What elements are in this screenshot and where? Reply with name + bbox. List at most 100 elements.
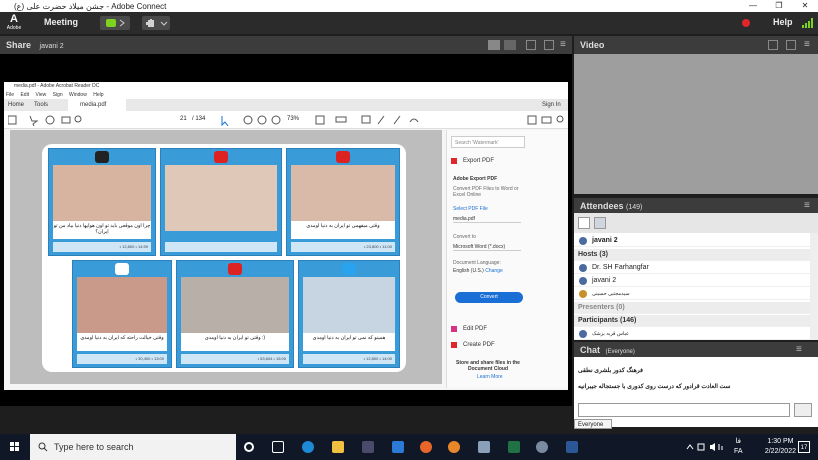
store-icon[interactable] (362, 441, 374, 453)
input-language[interactable]: فا FA (734, 437, 743, 457)
help-menu[interactable]: Help (773, 17, 793, 27)
mail-icon[interactable] (392, 441, 404, 453)
audio-button[interactable] (100, 16, 130, 30)
attendees-list: javani 2 Hosts (3) Dr. SH Farhangfar jav… (574, 213, 818, 340)
windows-start-icon[interactable] (10, 442, 20, 452)
my-status-row[interactable]: javani 2 (574, 235, 810, 247)
baby-photo (77, 277, 167, 337)
select-file-link[interactable]: Select PDF File (453, 206, 488, 212)
acro-menu-window[interactable]: Window (69, 92, 87, 98)
create-pdf-item[interactable]: Create PDF (463, 342, 495, 348)
meme-tile: وقتی تو ایران به دنیا اومدی :) • 53,604 … (176, 260, 294, 368)
acro-menu-edit[interactable]: Edit (20, 92, 29, 98)
annotation-tools-icon[interactable] (314, 114, 424, 126)
page-number-input[interactable]: 21 (180, 116, 187, 122)
chat-scope: (Everyone) (605, 349, 635, 355)
baby-photo (181, 277, 289, 337)
attendee-row[interactable]: Dr. SH Farhangfar (574, 262, 810, 274)
share-tools-icon[interactable] (526, 114, 566, 126)
app-icon[interactable] (448, 441, 460, 453)
attendee-row[interactable]: عباس قربه بزشک (574, 328, 810, 340)
maximize-button[interactable]: ❐ (766, 0, 792, 12)
taskbar-search-box[interactable]: Type here to search (30, 434, 236, 460)
acro-menu-view[interactable]: View (35, 92, 46, 98)
acro-menu-sign[interactable]: Sign (53, 92, 63, 98)
meeting-menu[interactable]: Meeting (44, 17, 78, 27)
tab-tools[interactable]: Tools (34, 102, 48, 108)
export-pdf-item[interactable]: Export PDF (463, 158, 494, 164)
sign-in-link[interactable]: Sign In (542, 102, 561, 108)
pod-menu-icon[interactable]: ≡ (804, 200, 810, 211)
chat-input[interactable] (578, 403, 790, 417)
task-view-icon[interactable] (272, 441, 284, 453)
edge-icon[interactable] (302, 441, 314, 453)
acrobat-toolbar: 21 / 134 73% (4, 111, 568, 129)
popout-icon[interactable] (544, 40, 554, 50)
notification-center-icon[interactable]: 17 (798, 441, 810, 453)
chat-title: Chat (Everyone) (580, 345, 635, 355)
convert-button[interactable]: Convert (455, 292, 523, 303)
host-icon (579, 277, 587, 285)
acro-menu-help[interactable]: Help (93, 92, 103, 98)
excel-icon[interactable] (508, 441, 520, 453)
speaker-icon (106, 19, 125, 27)
learn-more-link[interactable]: Learn More (477, 374, 503, 380)
meme-tile (160, 148, 282, 256)
share-pod-header: Share javani 2 ≡ (0, 36, 572, 54)
window-titlebar: جشن میلاد حضرت علی (ع) - Adobe Connect —… (0, 0, 818, 12)
format-select[interactable]: Microsoft Word (*.docx) (453, 244, 521, 251)
clock-date: 2/22/2022 (764, 448, 796, 455)
window-title: جشن میلاد حضرت علی (ع) - Adobe Connect (14, 1, 167, 11)
acrobat-left-tools (8, 115, 82, 126)
tile-caption: وقتی خیالت راحته که ایران به دنیا اومدی (77, 333, 167, 351)
pod-menu-icon[interactable]: ≡ (796, 344, 802, 355)
close-button[interactable]: ✕ (792, 0, 818, 12)
document-viewer[interactable]: چرا اون موقعی باید تو اون هوایها دنیا بی… (10, 130, 442, 384)
pod-menu-icon[interactable]: ≡ (560, 39, 566, 50)
hosts-section[interactable]: Hosts (3) (574, 249, 810, 261)
acro-menu-file[interactable]: File (6, 92, 14, 98)
zoom-level[interactable]: 73% (287, 116, 299, 122)
popout-icon[interactable] (786, 40, 796, 50)
chat-tab-everyone[interactable]: Everyone (574, 419, 612, 429)
adobe-logo-text: Adobe (6, 25, 22, 31)
record-indicator-icon[interactable] (742, 19, 750, 27)
attendees-scrollbar[interactable] (810, 233, 818, 340)
status-button[interactable] (142, 16, 170, 30)
list-view-icon[interactable] (578, 217, 590, 229)
tools-search-input[interactable]: Search 'Watermark' (451, 136, 525, 148)
layout-icon[interactable] (488, 40, 500, 50)
tab-document[interactable]: media.pdf (68, 99, 126, 111)
app-icon[interactable] (478, 441, 490, 453)
cortana-icon[interactable] (244, 442, 254, 452)
participants-section[interactable]: Participants (146) (574, 315, 810, 327)
tray-icons[interactable] (686, 442, 726, 452)
selected-file[interactable]: media.pdf (453, 216, 521, 223)
tab-home[interactable]: Home (8, 102, 24, 108)
doc-language: English (U.S.) (453, 268, 484, 274)
fit-width-icon[interactable] (504, 40, 516, 50)
channel-logo-icon (95, 151, 109, 163)
acrobat-tabs: Home Tools media.pdf Sign In (4, 99, 568, 111)
change-language-link[interactable]: Change (485, 268, 503, 274)
word-icon[interactable] (566, 441, 578, 453)
pod-menu-icon[interactable]: ≡ (804, 39, 810, 50)
meme-tile: وقتی خیالت راحته که ایران به دنیا اومدی … (72, 260, 172, 368)
edit-pdf-item[interactable]: Edit PDF (463, 326, 487, 332)
doc-language-label: Document Language: (453, 260, 501, 266)
firefox-icon[interactable] (420, 441, 432, 453)
system-clock[interactable]: 1:30 PM 2/22/2022 (765, 437, 796, 457)
chat-send-icon[interactable] (794, 403, 812, 417)
attendee-name: عباس قربه بزشک (592, 331, 629, 337)
app-icon[interactable] (536, 441, 548, 453)
presenters-section[interactable]: Presenters (0) (574, 302, 810, 314)
breakout-view-icon[interactable] (594, 217, 606, 229)
file-explorer-icon[interactable] (332, 441, 344, 453)
minimize-button[interactable]: — (740, 0, 766, 12)
attendees-pod-header: Attendees (149) ≡ (574, 198, 818, 213)
fullscreen-icon[interactable] (526, 40, 536, 50)
fullscreen-icon[interactable] (768, 40, 778, 50)
attendee-row[interactable]: سیدمجتبی حسینی (574, 288, 810, 300)
navigation-tools-icon[interactable] (218, 114, 288, 126)
attendee-row[interactable]: javani 2 (574, 275, 810, 287)
